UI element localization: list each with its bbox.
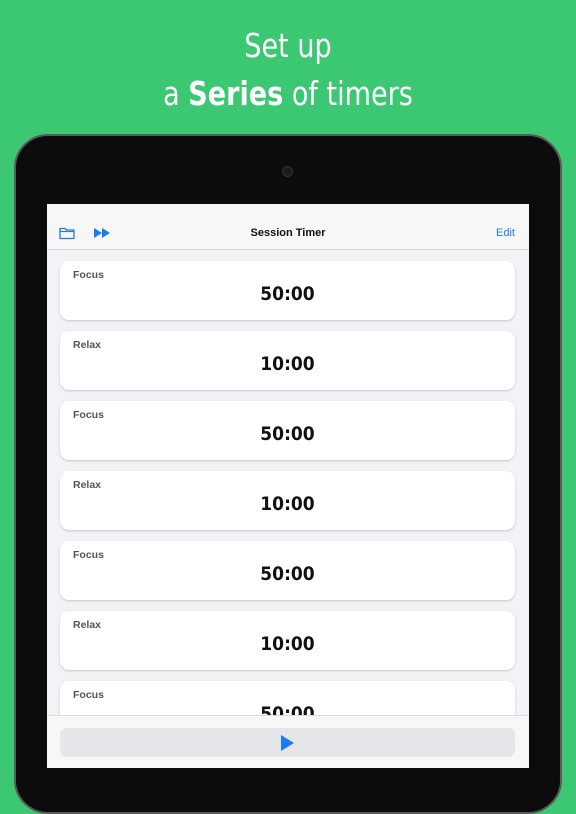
headline-bold: Series (188, 74, 284, 113)
headline-line-1: Set up (244, 26, 332, 65)
timer-card[interactable]: Focus 50:00 (60, 541, 515, 600)
timer-card[interactable]: Relax 10:00 (60, 611, 515, 670)
play-button[interactable] (60, 728, 515, 757)
timer-label: Focus (73, 269, 104, 281)
timer-label: Relax (73, 479, 102, 491)
timer-duration: 10:00 (260, 633, 315, 655)
timer-label: Focus (73, 409, 104, 421)
timer-card[interactable]: Focus 50:00 (60, 401, 515, 460)
page-title: Session Timer (250, 227, 326, 239)
headline-line-2: a Series of timers (52, 70, 524, 118)
timer-card[interactable]: Relax 10:00 (60, 471, 515, 530)
timer-label: Focus (73, 549, 104, 561)
timer-label: Focus (73, 689, 104, 701)
timer-duration: 50:00 (260, 563, 315, 585)
edit-button[interactable]: Edit (496, 227, 515, 239)
camera-icon (282, 166, 293, 177)
timer-label: Relax (73, 339, 102, 351)
timer-duration: 50:00 (260, 283, 315, 305)
timer-card[interactable]: Focus 50:00 (60, 261, 515, 320)
promo-headline: Set up a Series of timers (52, 22, 524, 118)
timer-duration: 10:00 (260, 353, 315, 375)
timer-duration: 50:00 (260, 423, 315, 445)
timer-card[interactable]: Relax 10:00 (60, 331, 515, 390)
timer-label: Relax (73, 619, 102, 631)
play-icon (281, 735, 294, 751)
timer-duration: 10:00 (260, 493, 315, 515)
bottom-toolbar (47, 715, 529, 768)
headline-prefix: a (163, 74, 189, 113)
status-bar (47, 204, 529, 218)
app-screen: Session Timer Edit Focus 50:00 Relax 10:00 F… (47, 204, 529, 768)
navigation-bar: Session Timer Edit (47, 218, 529, 250)
headline-suffix: of timers (283, 74, 413, 113)
